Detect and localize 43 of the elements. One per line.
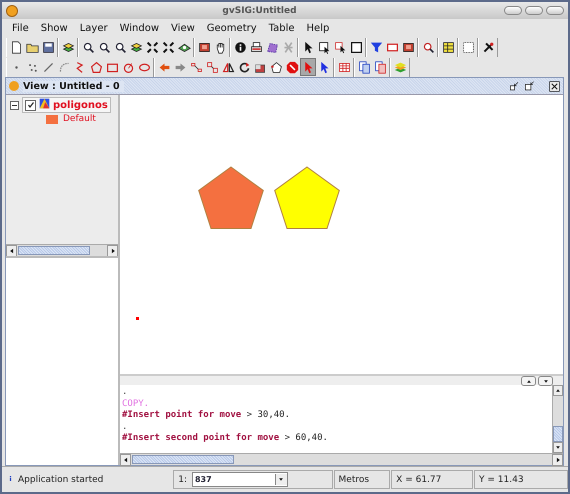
scroll-left-icon[interactable] xyxy=(120,454,131,466)
console-line: . xyxy=(122,387,128,398)
collapse-down-icon[interactable] xyxy=(538,376,553,386)
window-title: gvSIG:Untitled xyxy=(221,6,298,16)
view-title: View : Untitled - 0 xyxy=(23,80,124,92)
view-icon xyxy=(9,81,19,91)
maximize-button[interactable] xyxy=(525,6,543,15)
collapse-toggle[interactable] xyxy=(10,100,19,110)
menu-item[interactable]: Geometry xyxy=(200,22,263,34)
scroll-down-icon[interactable] xyxy=(553,442,563,453)
scroll-right-icon[interactable] xyxy=(107,244,118,256)
minimize-button[interactable] xyxy=(504,6,522,15)
menu-item[interactable]: File xyxy=(6,22,35,34)
console-prompt: #Insert point for move > 30,40. xyxy=(122,410,291,422)
y-coordinate: Y = 11.43 xyxy=(479,474,524,484)
menu-item[interactable]: Layer xyxy=(74,22,114,34)
menu-item[interactable]: View xyxy=(165,22,201,34)
maximize-icon[interactable] xyxy=(524,80,535,92)
scrollbar-thumb[interactable] xyxy=(18,246,90,255)
scrollbar-thumb[interactable] xyxy=(132,455,234,464)
scroll-left-icon[interactable] xyxy=(6,244,17,256)
minimize-icon[interactable] xyxy=(509,80,520,92)
close-button[interactable] xyxy=(546,6,564,15)
layer-checkbox[interactable] xyxy=(25,100,36,110)
menu-item[interactable]: Help xyxy=(300,22,336,34)
close-icon[interactable] xyxy=(549,80,560,92)
menu-item[interactable]: Show xyxy=(34,22,74,34)
x-coordinate: X = 61.77 xyxy=(396,474,442,484)
scroll-up-icon[interactable] xyxy=(553,385,563,396)
scale-dropdown[interactable]: 837 xyxy=(192,472,288,487)
menu-item[interactable]: Table xyxy=(262,22,301,34)
units-label: Metros xyxy=(338,474,370,484)
status-message: Application started xyxy=(18,474,104,484)
console-prompt: #Insert second point for move > 60,40. xyxy=(122,433,329,444)
menu-item[interactable]: Window xyxy=(114,22,166,34)
console-command: COPY. xyxy=(122,398,150,410)
app-logo-icon xyxy=(6,4,18,16)
legend-label: Default xyxy=(63,114,96,124)
scrollbar-thumb[interactable] xyxy=(553,426,563,442)
scale-label: 1: xyxy=(178,474,187,484)
expand-up-icon[interactable] xyxy=(521,376,536,386)
scroll-right-icon[interactable] xyxy=(552,454,563,466)
console-line: . xyxy=(122,422,128,433)
